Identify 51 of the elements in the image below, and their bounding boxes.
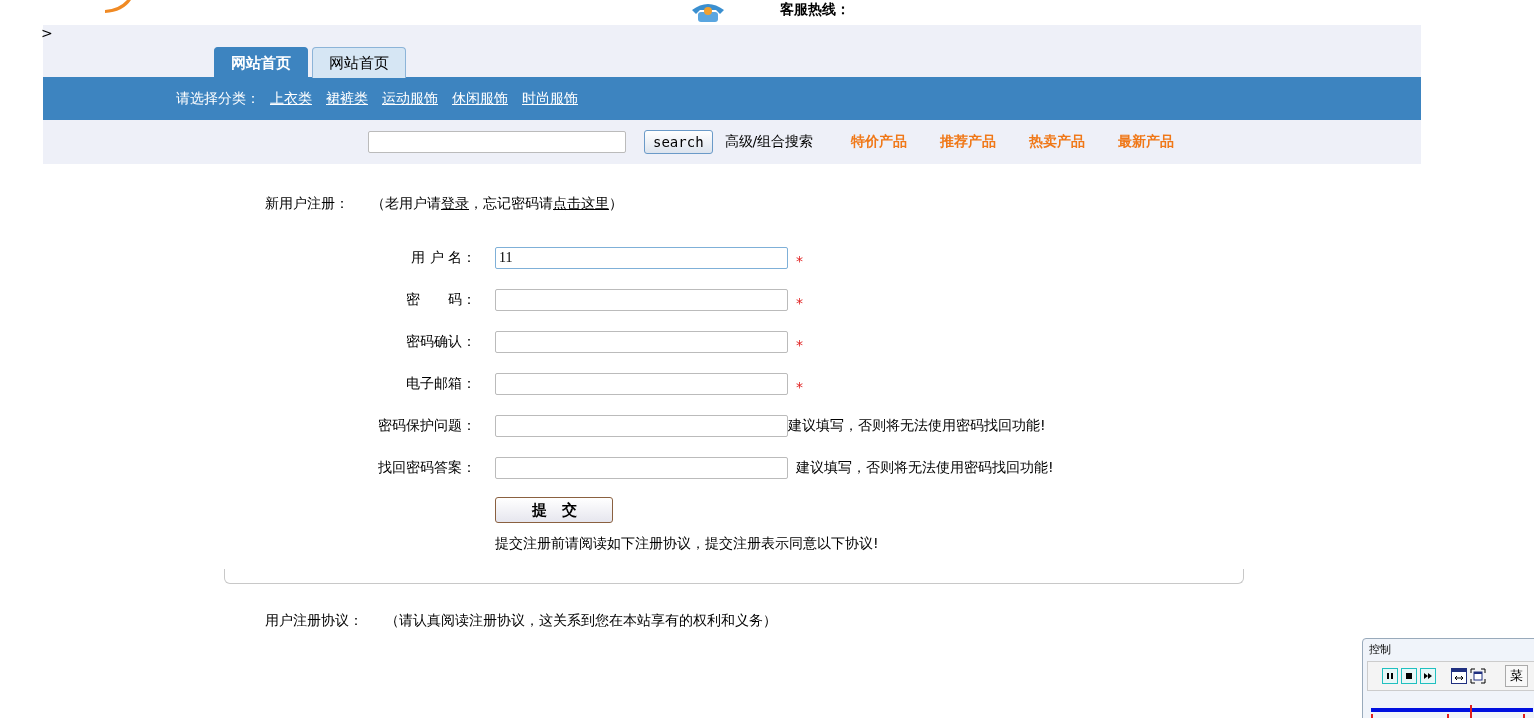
required-mark: *	[796, 295, 803, 311]
product-link[interactable]: 推荐产品	[940, 133, 997, 151]
field-label: 用 户 名：	[410, 249, 477, 267]
product-link[interactable]: 热卖产品	[1029, 133, 1086, 151]
category-link[interactable]: 上衣类	[270, 89, 312, 108]
required-mark: *	[796, 379, 803, 395]
field-label: 密 码：	[405, 291, 477, 309]
product-link[interactable]: 特价产品	[851, 133, 908, 151]
field-label: 密码确认：	[405, 333, 477, 351]
hotline-label: 客服热线：	[780, 1, 850, 17]
input-field[interactable]	[495, 457, 788, 479]
field-label: 电子邮箱：	[405, 375, 477, 393]
advanced-search-link[interactable]: 高级/组合搜索	[724, 133, 814, 151]
register-title: 新用户注册：	[265, 195, 349, 213]
input-field[interactable]	[495, 415, 788, 437]
register-note: （老用户请登录，忘记密码请点击这里）	[371, 195, 623, 213]
category-link[interactable]: 运动服饰	[382, 89, 438, 108]
input-field[interactable]	[495, 373, 788, 395]
category-link[interactable]: 时尚服饰	[522, 89, 578, 108]
search-field[interactable]	[368, 131, 626, 153]
search-button[interactable]: search	[644, 130, 713, 154]
category-link[interactable]: 裙裤类	[326, 89, 368, 108]
category-link[interactable]: 休闲服饰	[452, 89, 508, 108]
fast-forward-icon[interactable]	[1420, 668, 1436, 684]
field-label: 密码保护问题：	[377, 417, 477, 435]
note-link[interactable]: 点击这里	[553, 195, 609, 211]
field-label: 找回密码答案：	[377, 459, 477, 477]
product-link[interactable]: 最新产品	[1118, 133, 1175, 151]
field-hint: 建议填写，否则将无法使用密码找回功能!	[788, 417, 1046, 435]
input-field[interactable]	[495, 289, 788, 311]
fit-window-icon[interactable]	[1451, 668, 1467, 684]
logo-icon	[103, 0, 133, 14]
submit-button[interactable]: 提 交	[495, 497, 613, 523]
nav-tab[interactable]: 网站首页	[312, 47, 406, 78]
field-hint: 建议填写，否则将无法使用密码找回功能!	[796, 459, 1054, 477]
stop-icon[interactable]	[1401, 668, 1417, 684]
agreement-note: （请认真阅读注册协议，这关系到您在本站享有的权利和义务）	[385, 612, 777, 630]
menu-button[interactable]: 菜	[1505, 665, 1528, 687]
input-field[interactable]	[495, 331, 788, 353]
breadcrumb-arrow: >	[41, 25, 53, 41]
note-link[interactable]: 登录	[441, 195, 469, 211]
fullscreen-icon[interactable]	[1470, 668, 1486, 684]
window-title: 控制	[1369, 642, 1391, 657]
submit-notice: 提交注册前请阅读如下注册协议，提交注册表示同意以下协议!	[495, 535, 879, 553]
input-field[interactable]: 11	[495, 247, 788, 269]
category-label: 请选择分类：	[176, 89, 260, 108]
required-mark: *	[796, 337, 803, 353]
required-mark: *	[796, 253, 803, 269]
nav-tab[interactable]: 网站首页	[214, 47, 308, 78]
agreement-title: 用户注册协议：	[265, 612, 363, 630]
pause-icon[interactable]	[1382, 668, 1398, 684]
